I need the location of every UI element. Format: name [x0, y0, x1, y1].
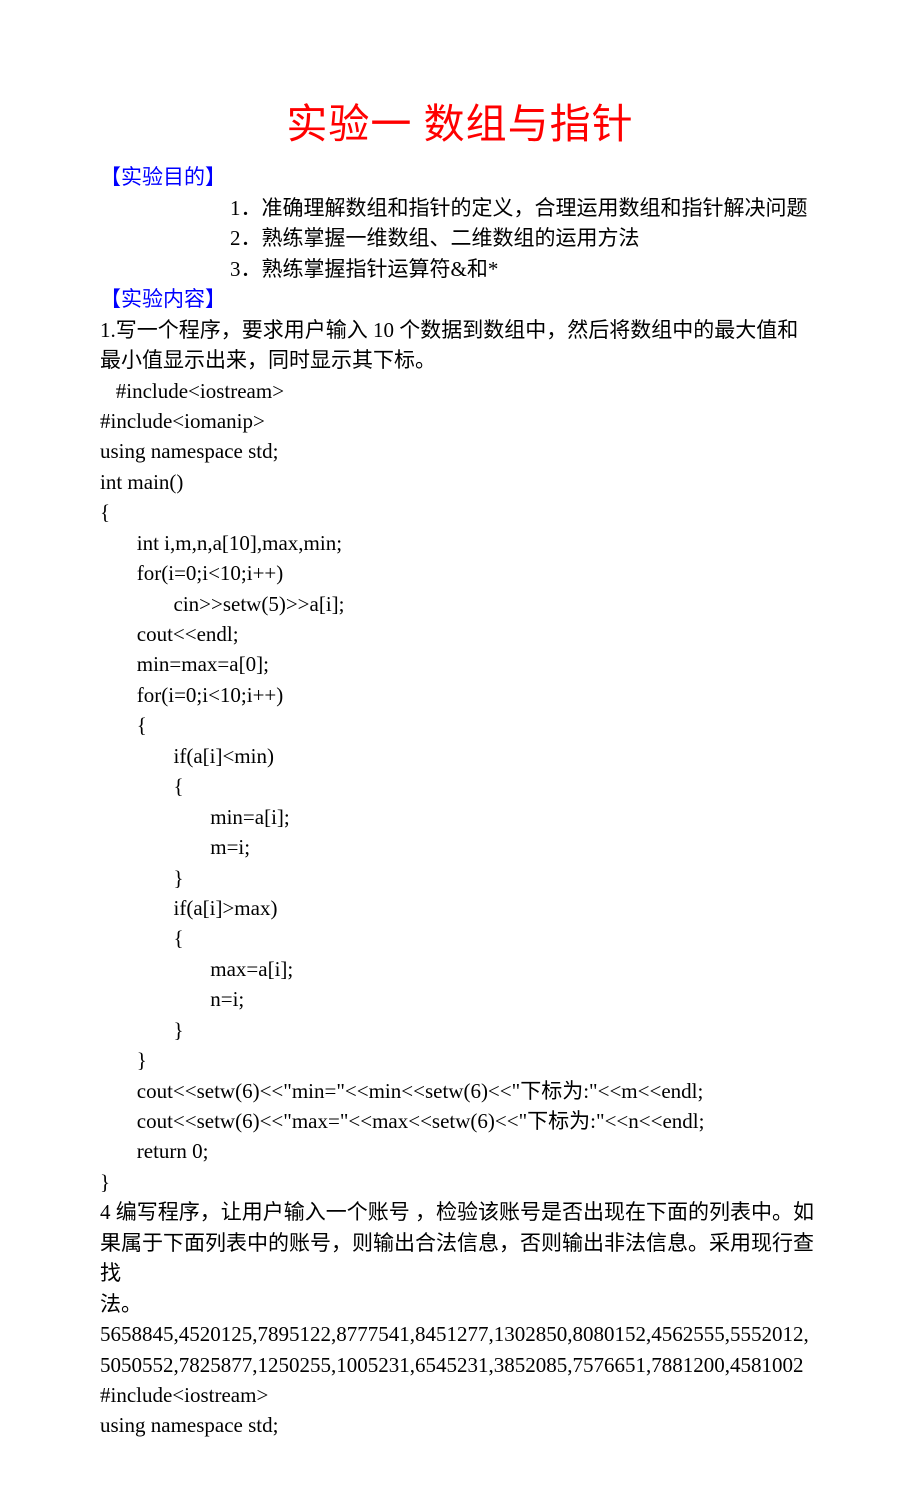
problem-4: 4 编写程序，让用户输入一个账号 ，检验该账号是否出现在下面的列表中。如 果属于…: [100, 1197, 820, 1441]
problem-description: 最小值显示出来，同时显示其下标。: [100, 345, 820, 375]
code-line: max=a[i];: [100, 954, 820, 984]
code-line-output: cout<<setw(6)<<"max="<<max<<setw(6)<<"下标…: [100, 1106, 820, 1136]
code-line: min=max=a[0];: [100, 649, 820, 679]
code-line: cout<<endl;: [100, 619, 820, 649]
code-line: #include<iomanip>: [100, 406, 820, 436]
code-line: }: [100, 1167, 820, 1197]
code-line: for(i=0;i<10;i++): [100, 680, 820, 710]
problem-description: 1.写一个程序，要求用户输入 10 个数据到数组中，然后将数组中的最大值和: [100, 315, 820, 345]
code-line: cin>>setw(5)>>a[i];: [100, 589, 820, 619]
objective-item: 2．熟练掌握一维数组、二维数组的运用方法: [100, 223, 820, 253]
code-line: return 0;: [100, 1136, 820, 1166]
code-line: if(a[i]>max): [100, 893, 820, 923]
problem-description: 果属于下面列表中的账号，则输出合法信息，否则输出非法信息。采用现行查找: [100, 1228, 820, 1289]
number-list: 5658845,4520125,7895122,8777541,8451277,…: [100, 1319, 820, 1349]
code-line: int i,m,n,a[10],max,min;: [100, 528, 820, 558]
code-line: }: [100, 863, 820, 893]
objective-item: 3．熟练掌握指针运算符&和*: [100, 254, 820, 284]
document-page: 实验一 数组与指针 【实验目的】 1．准确理解数组和指针的定义，合理运用数组和指…: [0, 0, 920, 1501]
number-list: 5050552,7825877,1250255,1005231,6545231,…: [100, 1350, 820, 1380]
code-line: {: [100, 771, 820, 801]
objective-item: 1．准确理解数组和指针的定义，合理运用数组和指针解决问题: [100, 193, 820, 223]
code-line: int main(): [100, 467, 820, 497]
problem-description: 法。: [100, 1289, 820, 1319]
code-line: {: [100, 497, 820, 527]
document-title: 实验一 数组与指针: [100, 95, 820, 154]
code-line: #include<iostream>: [100, 1380, 820, 1410]
code-line: if(a[i]<min): [100, 741, 820, 771]
section-header-content: 【实验内容】: [100, 284, 820, 314]
objectives-list: 1．准确理解数组和指针的定义，合理运用数组和指针解决问题 2．熟练掌握一维数组、…: [100, 193, 820, 284]
code-line: n=i;: [100, 984, 820, 1014]
code-line-output: cout<<setw(6)<<"min="<<min<<setw(6)<<"下标…: [100, 1076, 820, 1106]
code-line: using namespace std;: [100, 1410, 820, 1440]
code-line: using namespace std;: [100, 436, 820, 466]
code-line: {: [100, 710, 820, 740]
code-line: min=a[i];: [100, 802, 820, 832]
code-line: {: [100, 923, 820, 953]
code-line: m=i;: [100, 832, 820, 862]
section-header-objectives: 【实验目的】: [100, 162, 820, 192]
code-line: #include<iostream>: [100, 376, 820, 406]
problem-description: 4 编写程序，让用户输入一个账号 ，检验该账号是否出现在下面的列表中。如: [100, 1197, 820, 1227]
problem-1: 1.写一个程序，要求用户输入 10 个数据到数组中，然后将数组中的最大值和 最小…: [100, 315, 820, 1198]
code-line: for(i=0;i<10;i++): [100, 558, 820, 588]
code-line: }: [100, 1045, 820, 1075]
code-line: }: [100, 1015, 820, 1045]
